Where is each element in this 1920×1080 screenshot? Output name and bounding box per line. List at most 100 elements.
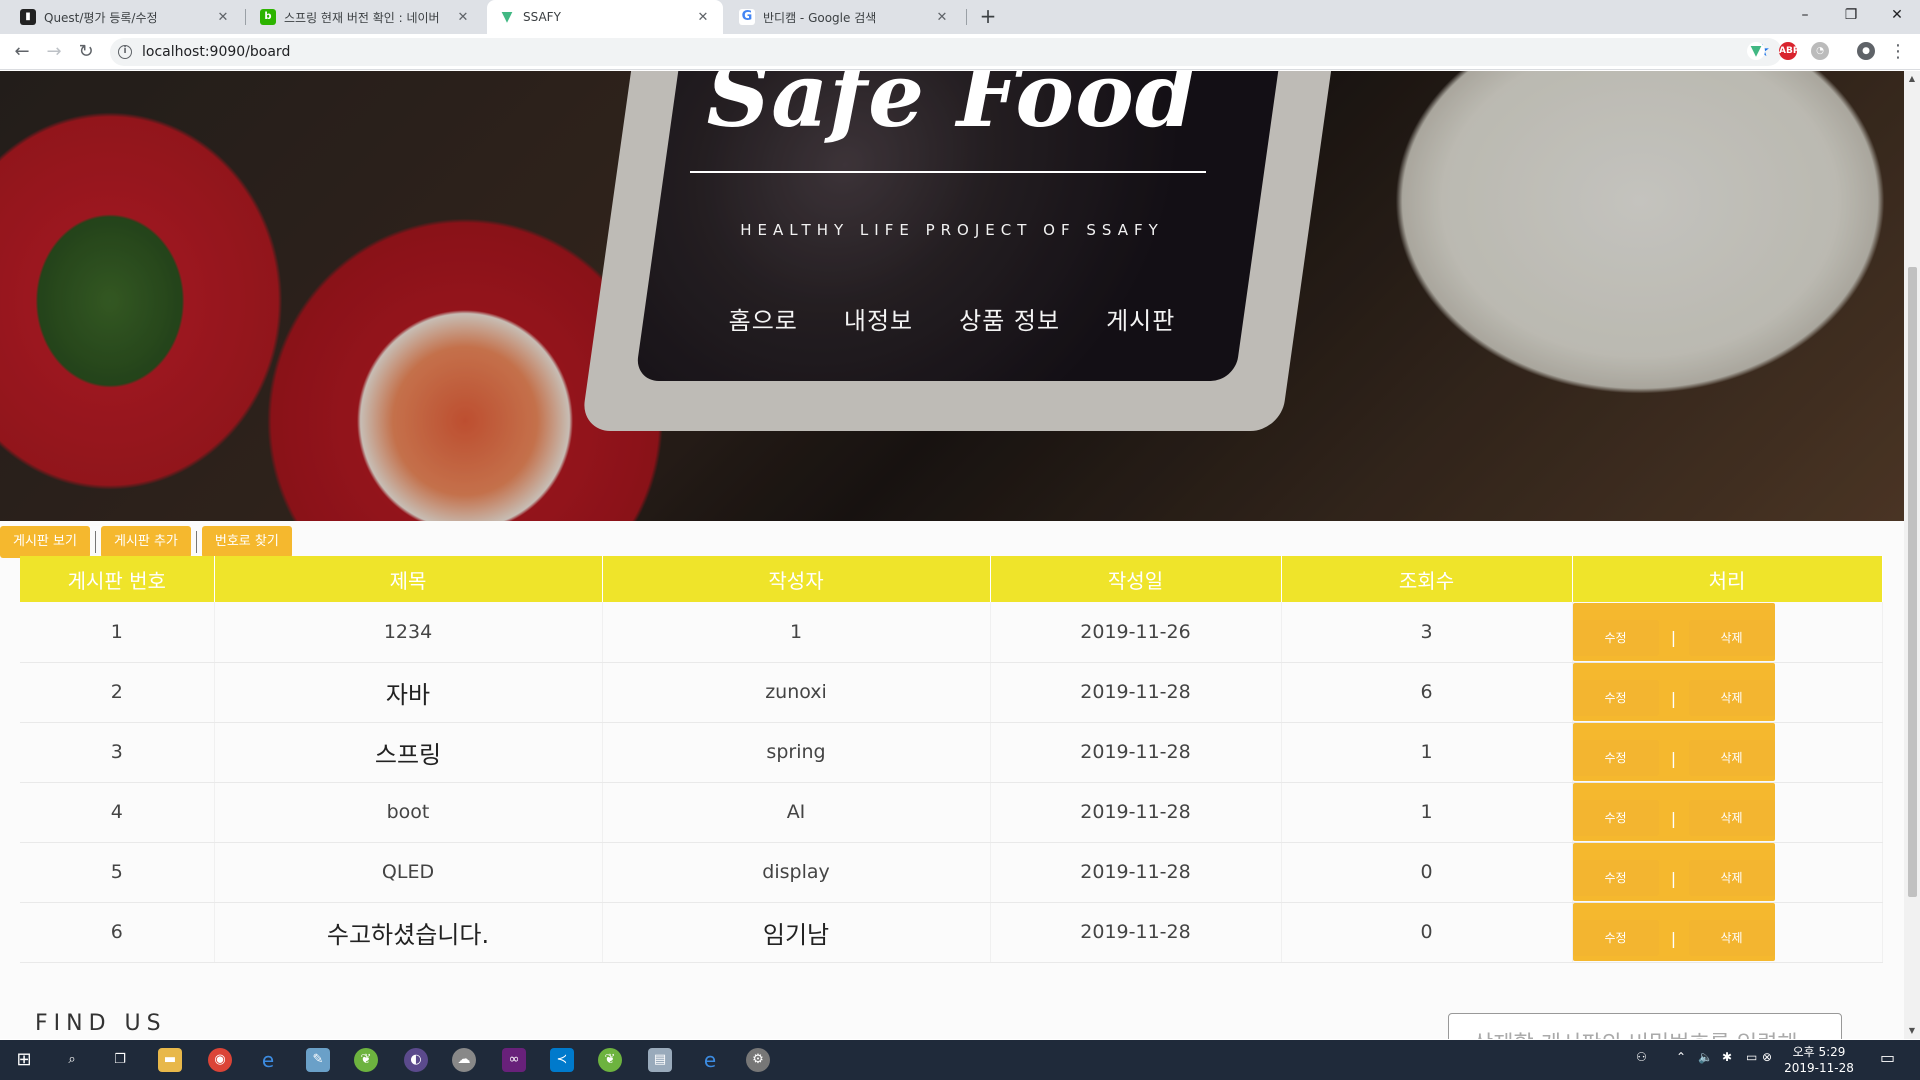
forward-arrow-icon[interactable]: → xyxy=(42,40,66,64)
column-header-title: 제목 xyxy=(214,556,603,602)
file-explorer-icon[interactable]: ▬ xyxy=(158,1048,182,1072)
blocked-icon[interactable]: ⊗ xyxy=(1762,1050,1772,1064)
find-us-heading: FIND US xyxy=(35,1011,167,1036)
cell-title[interactable]: 1234 xyxy=(214,602,603,663)
column-header-date: 작성일 xyxy=(990,556,1282,602)
people-icon[interactable]: ⚇ xyxy=(1636,1050,1647,1064)
edge-icon[interactable]: e xyxy=(698,1048,722,1072)
network-icon[interactable]: ▭ xyxy=(1746,1050,1757,1064)
row-action-group: 수정 | 삭제 xyxy=(1572,723,1775,781)
scroll-down-arrow-icon[interactable]: ▼ xyxy=(1904,1023,1920,1039)
site-info-icon[interactable]: i xyxy=(118,45,132,59)
cell-title[interactable]: 자바 xyxy=(214,662,603,723)
minimize-icon[interactable]: – xyxy=(1782,0,1828,34)
notification-icon[interactable]: ▭ xyxy=(1880,1048,1895,1067)
menu-kebab-icon[interactable]: ⋮ xyxy=(1886,40,1910,64)
close-icon[interactable]: ✕ xyxy=(215,10,231,25)
spring-tools-icon[interactable]: ❦ xyxy=(354,1048,378,1072)
browser-tab-strip: ▮ Quest/평가 등록/수정 ✕ b 스프링 현재 버전 확인 : 네이버 … xyxy=(0,0,1920,34)
profile-icon[interactable]: ● xyxy=(1857,42,1875,60)
chrome-icon[interactable]: ◉ xyxy=(208,1048,232,1072)
maximize-icon[interactable]: ❐ xyxy=(1828,0,1874,34)
cell-actions: 수정 | 삭제 xyxy=(1572,902,1883,963)
site-title: Safe Food xyxy=(706,71,1198,147)
action-separator: | xyxy=(1670,688,1677,708)
delete-button[interactable]: 삭제 xyxy=(1688,619,1775,656)
cell-title[interactable]: 수고하셨습니다. xyxy=(214,902,603,963)
address-bar[interactable]: i localhost:9090/board ★ xyxy=(110,38,1782,66)
add-board-button[interactable]: 게시판 추가 xyxy=(100,526,191,558)
row-action-group: 수정 | 삭제 xyxy=(1572,903,1775,961)
notepad-icon[interactable]: ✎ xyxy=(306,1048,330,1072)
scroll-up-arrow-icon[interactable]: ▲ xyxy=(1904,71,1920,87)
back-arrow-icon[interactable]: ← xyxy=(10,40,34,64)
delete-button[interactable]: 삭제 xyxy=(1688,860,1775,896)
search-icon[interactable]: ⌕ xyxy=(60,1048,84,1072)
nav-my-info[interactable]: 내정보 xyxy=(844,301,913,336)
cell-date: 2019-11-28 xyxy=(990,902,1282,963)
cell-author: spring xyxy=(602,722,991,783)
reload-icon[interactable]: ↻ xyxy=(74,40,98,64)
view-board-button[interactable]: 게시판 보기 xyxy=(0,526,90,558)
vscode-icon[interactable]: ≺ xyxy=(550,1048,574,1072)
column-header-actions: 처리 xyxy=(1572,556,1883,602)
nav-board[interactable]: 게시판 xyxy=(1106,301,1175,336)
browser-tab-quest[interactable]: ▮ Quest/평가 등록/수정 ✕ xyxy=(8,0,243,34)
browser-tab-naver[interactable]: b 스프링 현재 버전 확인 : 네이버 ✕ xyxy=(248,0,483,34)
naver-blog-icon: b xyxy=(260,9,276,25)
volume-icon[interactable]: 🔈 xyxy=(1698,1050,1713,1064)
taskbar-clock[interactable]: 오후 5:29 2019-11-28 xyxy=(1776,1044,1862,1076)
delete-button[interactable]: 삭제 xyxy=(1688,680,1775,716)
cell-title[interactable]: QLED xyxy=(214,842,603,903)
delete-button[interactable]: 삭제 xyxy=(1688,800,1775,836)
app-icon[interactable]: ☁ xyxy=(452,1048,476,1072)
cell-date: 2019-11-28 xyxy=(990,842,1282,903)
close-icon[interactable]: ✕ xyxy=(695,10,711,25)
visual-studio-icon[interactable]: ∞ xyxy=(502,1048,526,1072)
close-icon[interactable]: ✕ xyxy=(455,10,471,25)
vue-devtools-extension-icon[interactable]: ▼ xyxy=(1747,42,1765,60)
eclipse-icon[interactable]: ◐ xyxy=(404,1048,428,1072)
chevron-up-icon[interactable]: ⌃ xyxy=(1676,1050,1686,1064)
task-view-icon[interactable]: ❐ xyxy=(108,1048,132,1072)
nav-product-info[interactable]: 상품 정보 xyxy=(959,301,1060,336)
cell-number: 3 xyxy=(20,722,215,783)
edit-button[interactable]: 수정 xyxy=(1572,920,1659,956)
edit-button[interactable]: 수정 xyxy=(1572,740,1659,776)
scrollbar-thumb[interactable] xyxy=(1908,267,1917,897)
window-app-icon[interactable]: ▤ xyxy=(648,1048,672,1072)
cell-number: 6 xyxy=(20,902,215,963)
nav-home[interactable]: 홈으로 xyxy=(729,301,798,336)
page-scrollbar[interactable]: ▲ ▼ xyxy=(1904,71,1920,1039)
windows-start-icon[interactable]: ⊞ xyxy=(12,1048,36,1072)
find-by-number-button[interactable]: 번호로 찾기 xyxy=(201,526,292,558)
delete-button[interactable]: 삭제 xyxy=(1688,920,1775,956)
adblock-extension-icon[interactable]: ABP xyxy=(1779,42,1799,60)
table-row: 5 QLED display 2019-11-28 0 수정 | 삭제 xyxy=(20,842,1883,903)
delete-password-input[interactable]: 삭제할 게시판의 비밀번호를 입력해 xyxy=(1448,1013,1842,1039)
table-row: 4 boot AI 2019-11-28 1 수정 | 삭제 xyxy=(20,782,1883,843)
window-close-icon[interactable]: ✕ xyxy=(1874,0,1920,34)
browser-tab-ssafy[interactable]: ▼ SSAFY ✕ xyxy=(487,0,723,34)
app-icon[interactable]: ⚙ xyxy=(746,1048,770,1072)
cell-title[interactable]: boot xyxy=(214,782,603,843)
edit-button[interactable]: 수정 xyxy=(1572,860,1659,896)
delete-button[interactable]: 삭제 xyxy=(1688,740,1775,776)
bluetooth-icon[interactable]: ✱ xyxy=(1722,1050,1732,1064)
extension-icon[interactable]: ◔ xyxy=(1811,42,1829,60)
site-subtitle: HEALTHY LIFE PROJECT OF SSAFY xyxy=(740,221,1164,239)
cell-title[interactable]: 스프링 xyxy=(214,722,603,783)
browser-tab-google[interactable]: G 반디캠 - Google 검색 ✕ xyxy=(727,0,962,34)
edit-button[interactable]: 수정 xyxy=(1572,680,1659,716)
row-action-group: 수정 | 삭제 xyxy=(1572,663,1775,721)
cell-actions: 수정 | 삭제 xyxy=(1572,782,1883,843)
internet-explorer-icon[interactable]: e xyxy=(256,1048,280,1072)
cell-views: 1 xyxy=(1281,782,1573,843)
new-tab-plus-icon[interactable]: + xyxy=(976,5,1000,29)
column-header-number: 게시판 번호 xyxy=(20,556,215,602)
close-icon[interactable]: ✕ xyxy=(934,10,950,25)
edit-button[interactable]: 수정 xyxy=(1572,800,1659,836)
action-separator: | xyxy=(1670,628,1677,648)
spring-tools-icon[interactable]: ❦ xyxy=(598,1048,622,1072)
edit-button[interactable]: 수정 xyxy=(1572,619,1659,656)
